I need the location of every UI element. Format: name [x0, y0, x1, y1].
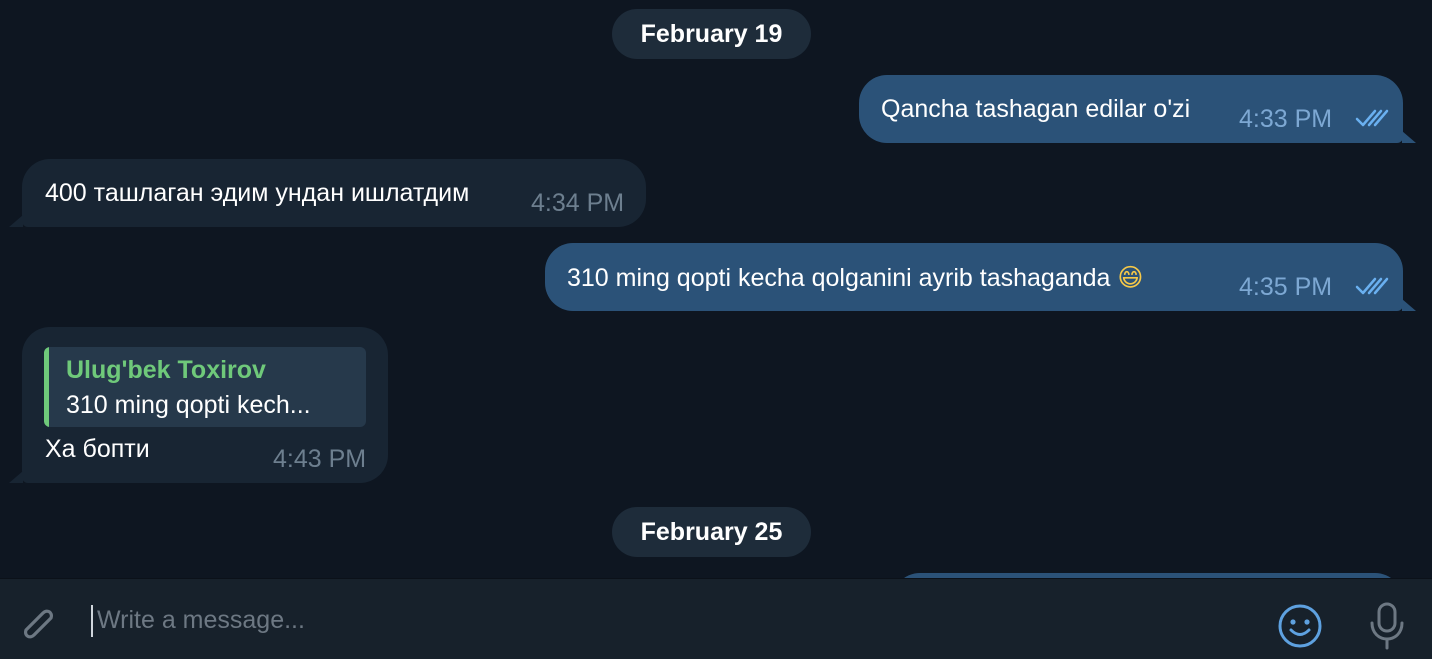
incoming-message[interactable]: 400 ташлаган эдим ундан ишлатдим 4:34 PM: [22, 159, 646, 227]
date-label: February 25: [640, 517, 783, 546]
message-time: 4:43 PM: [273, 445, 367, 473]
message-time: 4:33 PM: [1239, 105, 1333, 133]
text-cursor: [91, 605, 93, 637]
date-separator: February 25: [612, 507, 811, 557]
message-time: 4:34 PM: [531, 189, 625, 217]
outgoing-message[interactable]: 310 ming qopti kecha qolganini ayrib tas…: [545, 243, 1403, 311]
message-composer: [0, 578, 1432, 659]
bubble-tail: [9, 215, 23, 227]
chat-history[interactable]: February 19 Qancha tashagan edilar o'zi …: [0, 0, 1432, 578]
reply-preview: 310 ming qopti kech...: [66, 391, 311, 419]
message-body: 310 ming qopti kecha qolganini ayrib tas…: [567, 264, 1111, 292]
bubble-tail: [9, 471, 23, 483]
double-check-icon: [1355, 277, 1389, 295]
message-time: 4:35 PM: [1239, 273, 1333, 301]
outgoing-message[interactable]: Qancha tashagan edilar o'zi 4:33 PM: [859, 75, 1403, 143]
bubble-tail: [1402, 299, 1416, 311]
bubble-tail: [1402, 131, 1416, 143]
date-separator: February 19: [612, 9, 811, 59]
double-check-icon: [1355, 109, 1389, 127]
reply-author: Ulug'bek Toxirov: [66, 356, 266, 384]
message-text: Ха бопти: [45, 435, 150, 463]
message-text: Qancha tashagan edilar o'zi: [881, 95, 1191, 123]
smile-icon[interactable]: [1277, 603, 1323, 649]
reply-quote[interactable]: Ulug'bek Toxirov 310 ming qopti kech...: [44, 347, 366, 427]
incoming-message[interactable]: Ulug'bek Toxirov 310 ming qopti kech... …: [22, 327, 388, 483]
date-label: February 19: [640, 19, 783, 48]
microphone-icon[interactable]: [1367, 601, 1407, 651]
paperclip-icon[interactable]: [20, 603, 60, 649]
reply-accent-bar: [44, 347, 49, 427]
grinning-face-emoji: 😄: [1117, 263, 1144, 292]
message-input[interactable]: [95, 599, 1249, 641]
message-text: 310 ming qopti kecha qolganini ayrib tas…: [567, 263, 1143, 293]
message-text: 400 ташлаган эдим ундан ишлатдим: [45, 179, 470, 207]
